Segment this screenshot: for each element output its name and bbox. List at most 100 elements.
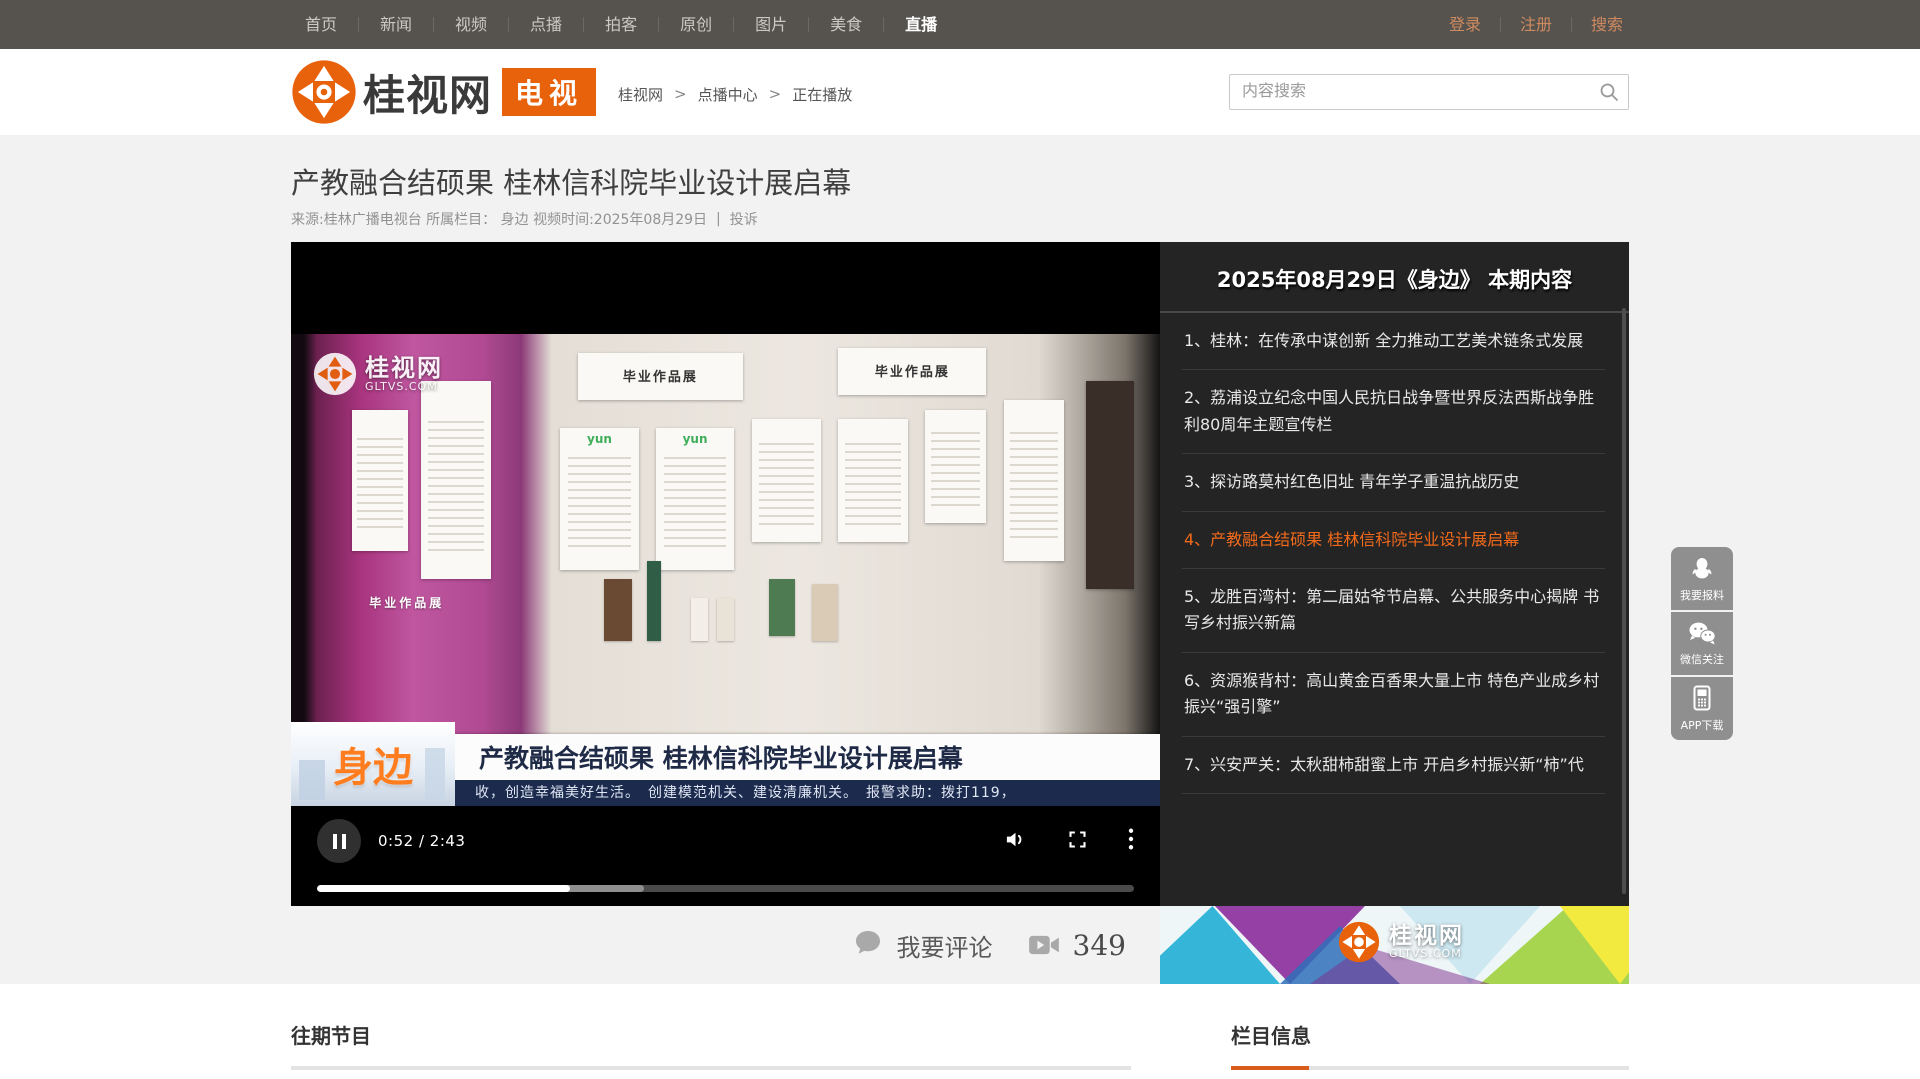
breadcrumb-vod-center[interactable]: 点播中心 xyxy=(698,84,758,105)
watermark-title: 桂视网 xyxy=(365,356,443,381)
banner-pinwheel-icon xyxy=(1338,921,1380,963)
section-divider xyxy=(291,1066,1131,1070)
banner-label: 毕业作品展 xyxy=(838,361,986,380)
poster xyxy=(421,381,491,579)
playlist-item-text: 3、探访路莫村红色旧址 青年学子重温抗战历史 xyxy=(1184,472,1519,491)
promo-banner[interactable]: 桂视网 GLTVS.COM xyxy=(1160,906,1629,984)
meta-separator: | xyxy=(716,211,721,227)
playlist-item[interactable]: 1、桂林：在传承中谋创新 全力推动工艺美术链条式发展 xyxy=(1182,313,1605,370)
poster xyxy=(838,419,908,542)
social-label: APP下载 xyxy=(1681,717,1724,733)
exhibition-banner: 毕业作品展 xyxy=(578,353,743,400)
view-count: 349 xyxy=(1073,929,1126,962)
site-header: 桂视网 电视 桂视网 > 点播中心 > 正在播放 xyxy=(0,49,1920,135)
watermark-pinwheel-icon xyxy=(313,352,357,396)
playlist-item-text: 5、龙胜百湾村：第二届姑爷节启幕、公共服务中心揭牌 书写乡村振兴新篇 xyxy=(1184,587,1599,632)
breadcrumb: 桂视网 > 点播中心 > 正在播放 xyxy=(618,80,852,105)
video-watermark: 桂视网 GLTVS.COM xyxy=(313,352,443,396)
volume-button[interactable] xyxy=(1004,828,1027,855)
show-logo-text: 身边 xyxy=(333,735,413,793)
playlist-item-text: 4、产教融合结硕果 桂林信科院毕业设计展启幕 xyxy=(1184,530,1519,549)
breadcrumb-separator: > xyxy=(769,85,782,103)
lower-third: 收，创造幸福美好生活。 创建模范机关、建设清廉机关。 报警求助：拨打119， 产… xyxy=(291,722,1160,806)
pause-button[interactable] xyxy=(317,819,361,863)
login-link[interactable]: 登录 xyxy=(1430,17,1501,32)
phone-icon xyxy=(1691,685,1713,714)
breadcrumb-separator: > xyxy=(674,85,687,103)
nav-item-live[interactable]: 直播 xyxy=(884,17,958,32)
nav-item-home[interactable]: 首页 xyxy=(291,17,359,32)
search-link[interactable]: 搜索 xyxy=(1572,17,1629,32)
progress-bar[interactable] xyxy=(317,885,1134,892)
video-frame[interactable]: 毕业作品展 毕业作品展 毕业作品展 yun yun xyxy=(291,242,1160,806)
column-info-title: 栏目信息 xyxy=(1231,1020,1629,1049)
more-options-button[interactable] xyxy=(1128,828,1134,854)
social-label: 我要报料 xyxy=(1680,587,1724,603)
register-link[interactable]: 注册 xyxy=(1501,17,1572,32)
comment-link[interactable]: 我要评论 xyxy=(897,928,993,963)
video-player: 毕业作品展 毕业作品展 毕业作品展 yun yun xyxy=(291,242,1160,906)
product-cup xyxy=(717,598,734,640)
time-display: 0:52 / 2:43 xyxy=(378,832,465,850)
bottom-sections: 往期节目 栏目信息 xyxy=(0,984,1920,1073)
user-nav: 登录 注册 搜索 xyxy=(1430,17,1629,32)
playlist-scrollbar[interactable] xyxy=(1622,308,1626,894)
poster xyxy=(925,410,986,523)
playlist-item-text: 1、桂林：在传承中谋创新 全力推动工艺美术链条式发展 xyxy=(1184,331,1583,350)
past-episodes-title: 往期节目 xyxy=(291,1020,1131,1049)
wechat-icon xyxy=(1687,621,1717,648)
playlist-header: 2025年08月29日《身边》 本期内容 xyxy=(1160,242,1629,313)
progress-played xyxy=(317,885,570,892)
playlist-item[interactable]: 5、龙胜百湾村：第二届姑爷节启幕、公共服务中心揭牌 书写乡村振兴新篇 xyxy=(1182,569,1605,653)
banner-logo: 桂视网 GLTVS.COM xyxy=(1338,921,1464,963)
logo-tv-badge: 电视 xyxy=(502,68,596,116)
breadcrumb-home[interactable]: 桂视网 xyxy=(618,84,663,105)
playlist-item[interactable]: 6、资源猴背村：高山黄金百香果大量上市 特色产业成乡村振兴“强引擎” xyxy=(1182,653,1605,737)
top-navigation-bar: 首页 新闻 视频 点播 拍客 原创 图片 美食 直播 登录 注册 搜索 xyxy=(0,0,1920,49)
nav-item-vod[interactable]: 点播 xyxy=(509,17,584,32)
app-download-button[interactable]: APP下载 xyxy=(1671,677,1733,740)
comment-bubble-icon[interactable] xyxy=(852,927,884,963)
show-logo-block: 身边 xyxy=(291,722,455,806)
section-divider-accent xyxy=(1231,1066,1629,1070)
search-icon[interactable] xyxy=(1599,82,1619,106)
wechat-follow-button[interactable]: 微信关注 xyxy=(1671,612,1733,675)
site-logo[interactable]: 桂视网 电视 xyxy=(291,59,596,125)
video-caption: 产教融合结硕果 桂林信科院毕业设计展启幕 xyxy=(455,734,1160,780)
social-label: 微信关注 xyxy=(1680,651,1724,667)
banner-logo-subtext: GLTVS.COM xyxy=(1389,948,1464,960)
exhibition-wall-label: 毕业作品展 xyxy=(369,594,444,611)
poster: yun xyxy=(560,428,638,570)
nav-item-original[interactable]: 原创 xyxy=(659,17,734,32)
watermark-subtitle: GLTVS.COM xyxy=(365,381,443,393)
nav-item-paike[interactable]: 拍客 xyxy=(584,17,659,32)
nav-item-news[interactable]: 新闻 xyxy=(359,17,434,32)
engagement-bar: 我要评论 349 xyxy=(291,906,1160,984)
logo-text: 桂视网 xyxy=(363,62,492,123)
playlist-item[interactable]: 2、荔浦设立纪念中国人民抗日战争暨世界反法西斯战争胜利80周年主题宣传栏 xyxy=(1182,370,1605,454)
qq-icon xyxy=(1689,555,1715,584)
poster xyxy=(1004,400,1065,560)
main-content-band: 产教融合结硕果 桂林信科院毕业设计展启幕 来源:桂林广播电视台 所属栏目： 身边… xyxy=(0,135,1920,984)
playlist-item-text: 2、荔浦设立纪念中国人民抗日战争暨世界反法西斯战争胜利80周年主题宣传栏 xyxy=(1184,388,1594,433)
playlist-item[interactable]: 3、探访路莫村红色旧址 青年学子重温抗战历史 xyxy=(1182,454,1605,511)
nav-item-video[interactable]: 视频 xyxy=(434,17,509,32)
brand-mark: yun xyxy=(560,432,638,446)
report-link[interactable]: 投诉 xyxy=(730,209,758,229)
playlist-item-text: 7、兴安严关：太秋甜柿甜蜜上市 开启乡村振兴新“柿”代 xyxy=(1184,755,1584,774)
fullscreen-button[interactable] xyxy=(1067,829,1088,854)
product-bottle xyxy=(647,561,661,641)
playlist-item[interactable]: 7、兴安严关：太秋甜柿甜蜜上市 开启乡村振兴新“柿”代 xyxy=(1182,737,1605,794)
nav-item-pictures[interactable]: 图片 xyxy=(734,17,809,32)
video-meta-text: 来源:桂林广播电视台 所属栏目： 身边 视频时间:2025年08月29日 xyxy=(291,209,707,229)
playlist: 1、桂林：在传承中谋创新 全力推动工艺美术链条式发展 2、荔浦设立纪念中国人民抗… xyxy=(1160,313,1629,906)
exhibition-banner: 毕业作品展 xyxy=(838,348,986,395)
search-input[interactable] xyxy=(1229,74,1629,110)
nav-item-food[interactable]: 美食 xyxy=(809,17,884,32)
page-title: 产教融合结硕果 桂林信科院毕业设计展启幕 xyxy=(291,163,1629,203)
brand-pinwheel-icon xyxy=(291,59,357,125)
playlist-item-text: 6、资源猴背村：高山黄金百香果大量上市 特色产业成乡村振兴“强引擎” xyxy=(1184,671,1599,716)
poster-dark xyxy=(1086,381,1134,589)
report-tip-button[interactable]: 我要报料 xyxy=(1671,547,1733,610)
playlist-item[interactable]: 4、产教融合结硕果 桂林信科院毕业设计展启幕 xyxy=(1182,512,1605,569)
